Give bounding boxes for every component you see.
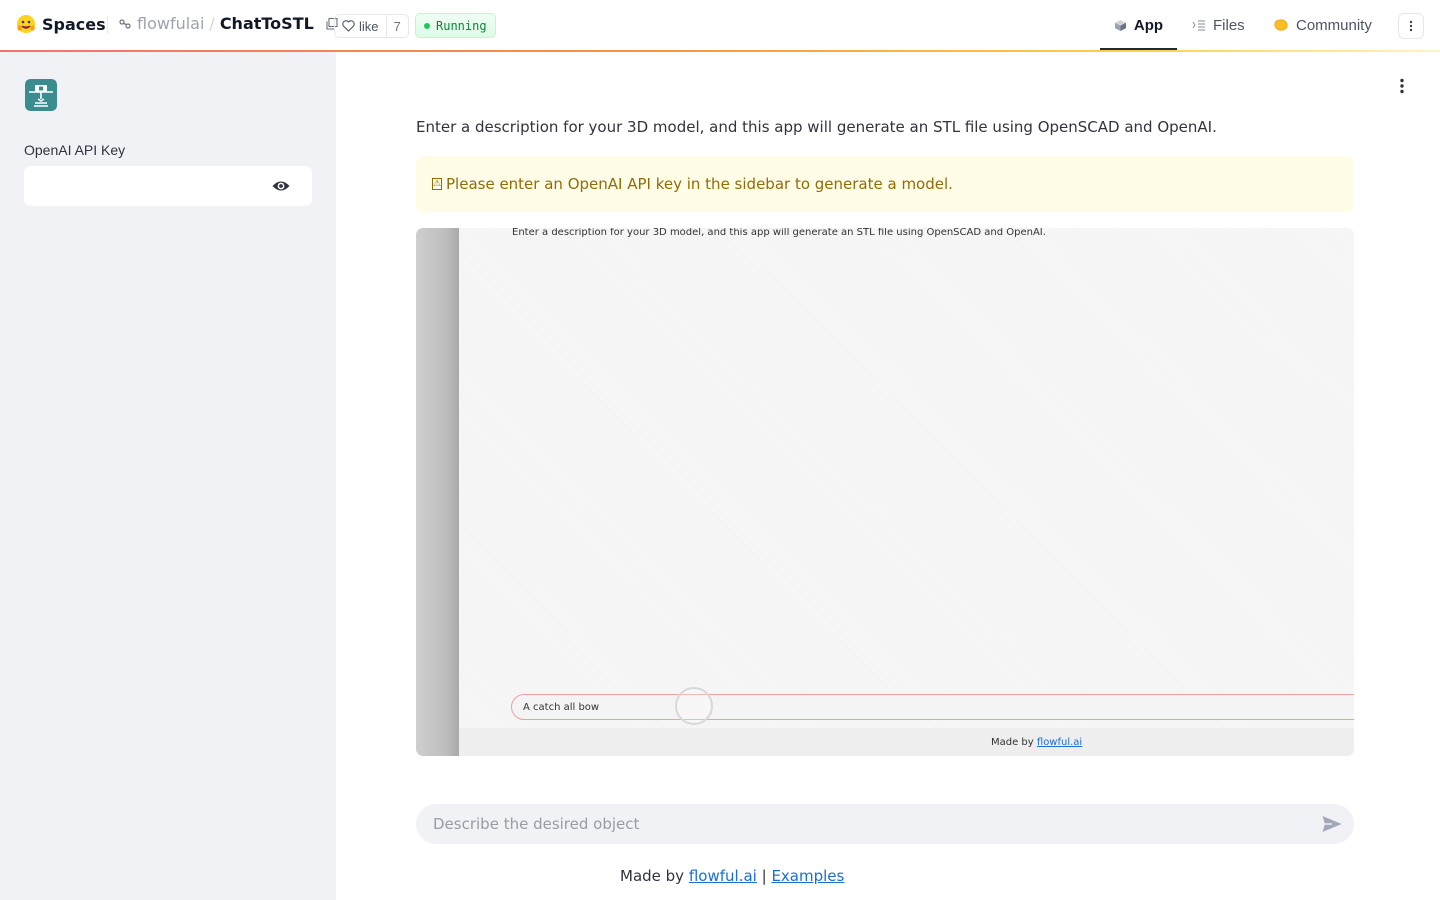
tab-community[interactable]: Community: [1273, 0, 1372, 50]
warning-alert: ⚠ Please enter an OpenAI API key in the …: [416, 156, 1354, 212]
demo-chat-input: A catch all bow: [511, 694, 1354, 720]
tab-community-label: Community: [1296, 16, 1372, 34]
vertical-dots-icon: [1409, 20, 1413, 32]
describe-object-input[interactable]: [416, 804, 1296, 844]
tab-files[interactable]: Files: [1192, 0, 1245, 50]
files-icon: [1192, 20, 1205, 31]
cube-icon: [1114, 19, 1126, 31]
spaces-label: Spaces: [42, 14, 106, 34]
footer-separator: |: [761, 867, 767, 885]
status-dot-icon: [424, 22, 430, 29]
owner-avatar-icon: [119, 18, 131, 29]
heart-icon: [342, 20, 355, 32]
sidebar: OpenAI API Key: [0, 52, 336, 900]
flowful-link[interactable]: flowful.ai: [689, 867, 757, 885]
footer: Made by flowful.ai | Examples: [620, 867, 844, 885]
breadcrumb-separator: /: [209, 14, 215, 33]
vertical-dots-icon: [1400, 78, 1404, 94]
repo-breadcrumb: flowfulai / ChatToSTL: [118, 14, 339, 33]
like-label: like: [359, 18, 379, 34]
demo-footer-link: flowful.ai: [1036, 737, 1083, 748]
main-content: Enter a description for your 3D model, a…: [336, 52, 1440, 900]
footer-prefix: Made by: [620, 867, 685, 885]
api-key-label: OpenAI API Key: [24, 142, 126, 158]
demo-cursor-ring: [675, 687, 713, 725]
demo-footer-bar: [459, 728, 1354, 756]
hugging-face-logo-icon: [17, 15, 35, 33]
demo-input-text: A catch all bow: [523, 701, 600, 713]
like-count[interactable]: 7: [385, 15, 408, 37]
top-header: Spaces flowfulai / ChatToSTL like 7 Runn…: [0, 0, 1440, 52]
tab-app-label: App: [1133, 16, 1164, 34]
app-logo-icon: [25, 79, 57, 111]
chat-input-bar: [416, 804, 1354, 844]
demo-sidebar: [416, 228, 459, 756]
repo-owner-link[interactable]: flowfulai: [137, 14, 204, 33]
demo-footer-prefix: Made by: [991, 737, 1034, 748]
spaces-home-link[interactable]: Spaces: [16, 14, 106, 34]
status-badge[interactable]: Running: [415, 13, 496, 38]
warning-text: Please enter an OpenAI API key in the si…: [446, 175, 953, 193]
like-button[interactable]: like: [335, 15, 386, 37]
demo-footer: Made by flowful.ai: [991, 737, 1082, 748]
header-more-button[interactable]: [1398, 13, 1424, 39]
api-key-input[interactable]: [24, 166, 264, 206]
tab-app[interactable]: App: [1100, 0, 1177, 50]
community-icon: [1274, 19, 1288, 31]
tab-files-label: Files: [1213, 16, 1245, 34]
like-widget: like 7: [334, 14, 409, 38]
demo-animation-image: Enter a description for your 3D model, a…: [416, 228, 1354, 756]
app-menu-button[interactable]: [1394, 76, 1410, 96]
send-icon[interactable]: [1321, 814, 1343, 834]
repo-name-link[interactable]: ChatToSTL: [220, 14, 314, 33]
header-divider: [107, 16, 108, 34]
warning-icon: ⚠: [432, 178, 442, 190]
app-description: Enter a description for your 3D model, a…: [416, 118, 1217, 136]
show-password-eye-icon[interactable]: [272, 178, 290, 194]
demo-description: Enter a description for your 3D model, a…: [512, 228, 1046, 238]
status-text: Running: [436, 18, 487, 33]
examples-link[interactable]: Examples: [771, 867, 844, 885]
api-key-field: [24, 166, 312, 206]
